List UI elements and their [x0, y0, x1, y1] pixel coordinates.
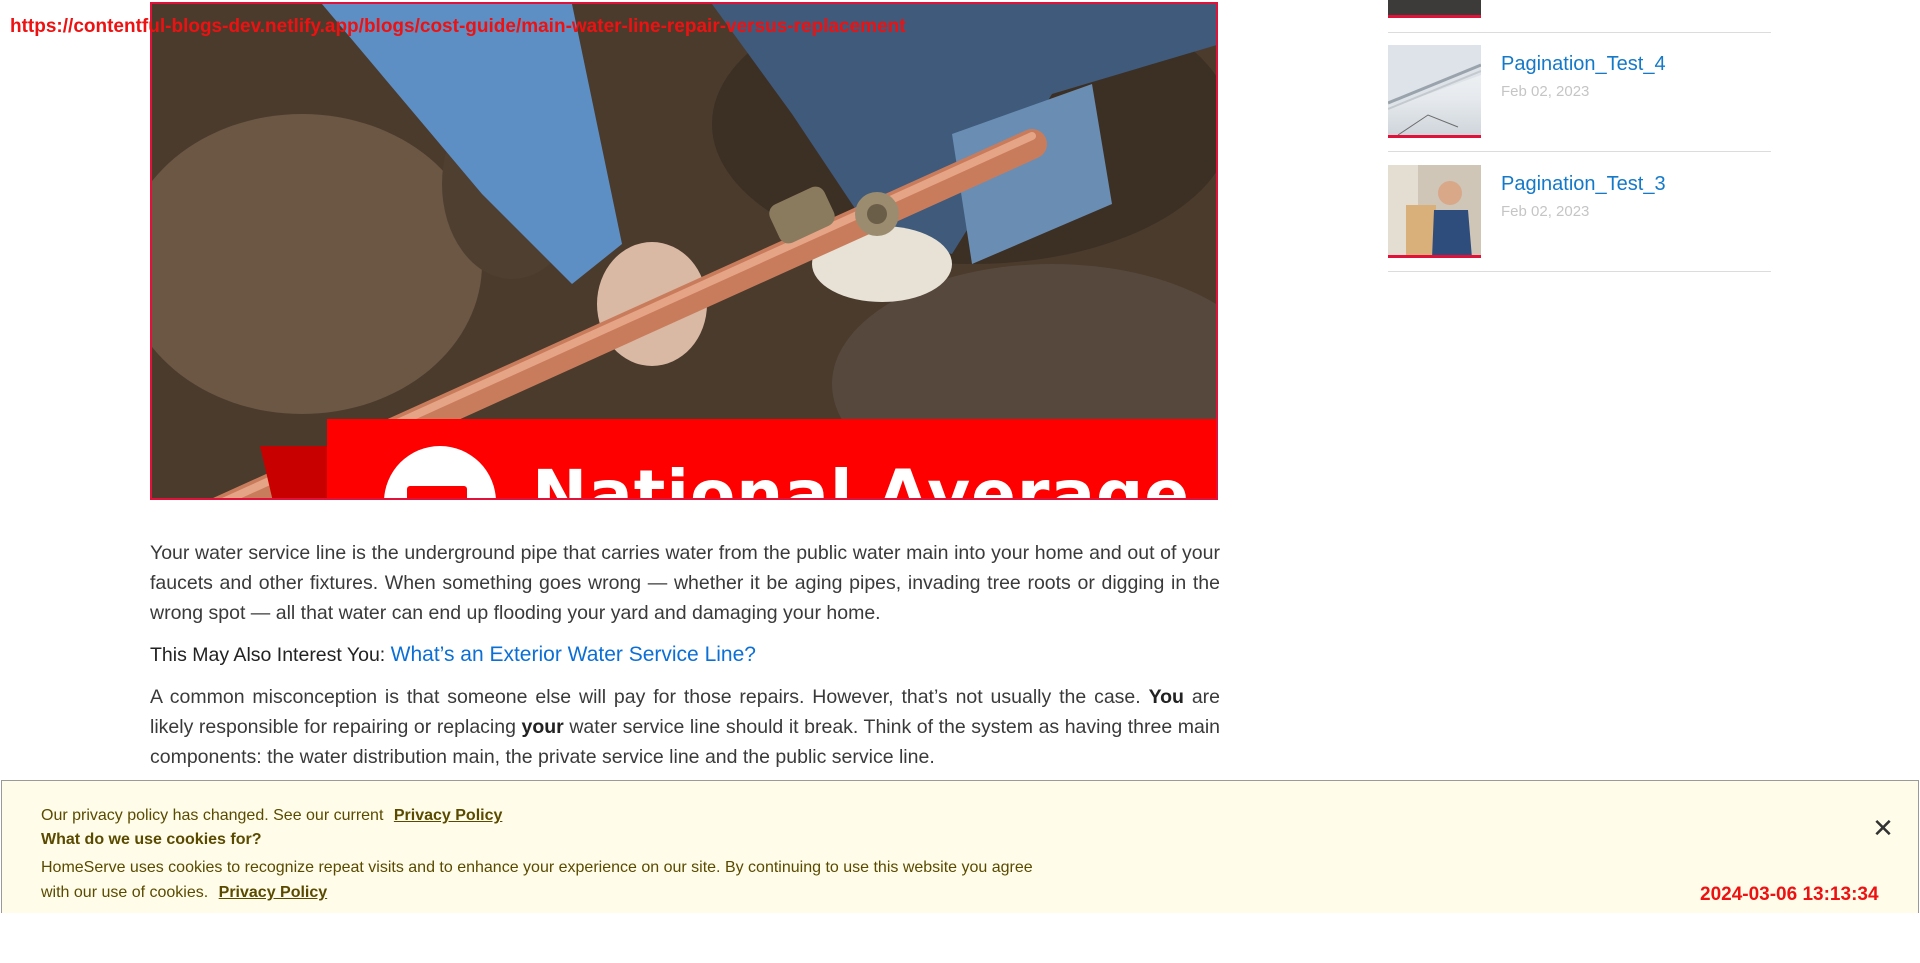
divider [1388, 151, 1771, 152]
sidebar-post-item[interactable]: Pagination_Test_4 Feb 02, 2023 [1388, 45, 1771, 141]
also-interest-link[interactable]: What’s an Exterior Water Service Line? [391, 643, 756, 666]
article-paragraph: Your water service line is the undergrou… [150, 542, 1220, 624]
sidebar-post-title[interactable]: Pagination_Test_3 [1501, 173, 1666, 196]
hero-banner-text: National Average [532, 456, 1191, 500]
cookie-notice: Our privacy policy has changed. See our … [41, 807, 502, 825]
cookie-banner: Our privacy policy has changed. See our … [1, 780, 1919, 913]
technician-image [1388, 165, 1481, 255]
article-paragraph: A common misconception is that someone e… [150, 682, 1220, 772]
also-interest: This May Also Interest You: What’s an Ex… [150, 640, 1220, 670]
article-text: A common misconception is that someone e… [150, 686, 1141, 708]
sidebar-post-date: Feb 02, 2023 [1501, 83, 1590, 100]
privacy-policy-link[interactable]: Privacy Policy [394, 807, 503, 824]
wrench-icon [407, 486, 467, 498]
hero-image: National Average [150, 2, 1218, 500]
sidebar-thumbnail[interactable] [1388, 45, 1481, 138]
cookie-heading: What do we use cookies for? [41, 831, 262, 848]
also-interest-label: This May Also Interest You: [150, 644, 386, 666]
article-emphasis: your [521, 716, 564, 738]
divider [1388, 32, 1771, 33]
cookie-body-text: HomeServe uses cookies to recognize repe… [41, 859, 1033, 901]
house-gutter-image [1388, 45, 1481, 135]
divider [1388, 271, 1771, 272]
url-overlay: https://contentful-blogs-dev.netlify.app… [10, 16, 906, 37]
cookie-notice-text: Our privacy policy has changed. See our … [41, 807, 384, 824]
timestamp-overlay: 2024-03-06 13:13:34 [1700, 884, 1879, 905]
sidebar-post-item[interactable]: Pagination_Test_3 Feb 02, 2023 [1388, 165, 1771, 261]
sidebar-post-title[interactable]: Pagination_Test_4 [1501, 53, 1666, 76]
article-body: Your water service line is the undergrou… [150, 538, 1220, 784]
page: https://contentful-blogs-dev.netlify.app… [0, 0, 1920, 963]
cookie-body: HomeServe uses cookies to recognize repe… [41, 855, 1041, 905]
sidebar-post-date: Feb 02, 2023 [1501, 203, 1590, 220]
privacy-policy-link[interactable]: Privacy Policy [219, 884, 328, 901]
sidebar-thumbnail[interactable] [1388, 0, 1481, 18]
article-emphasis: You [1148, 686, 1184, 708]
page-footer-space [0, 913, 1920, 963]
close-icon[interactable]: ✕ [1868, 814, 1898, 844]
sidebar-thumbnail[interactable] [1388, 165, 1481, 258]
